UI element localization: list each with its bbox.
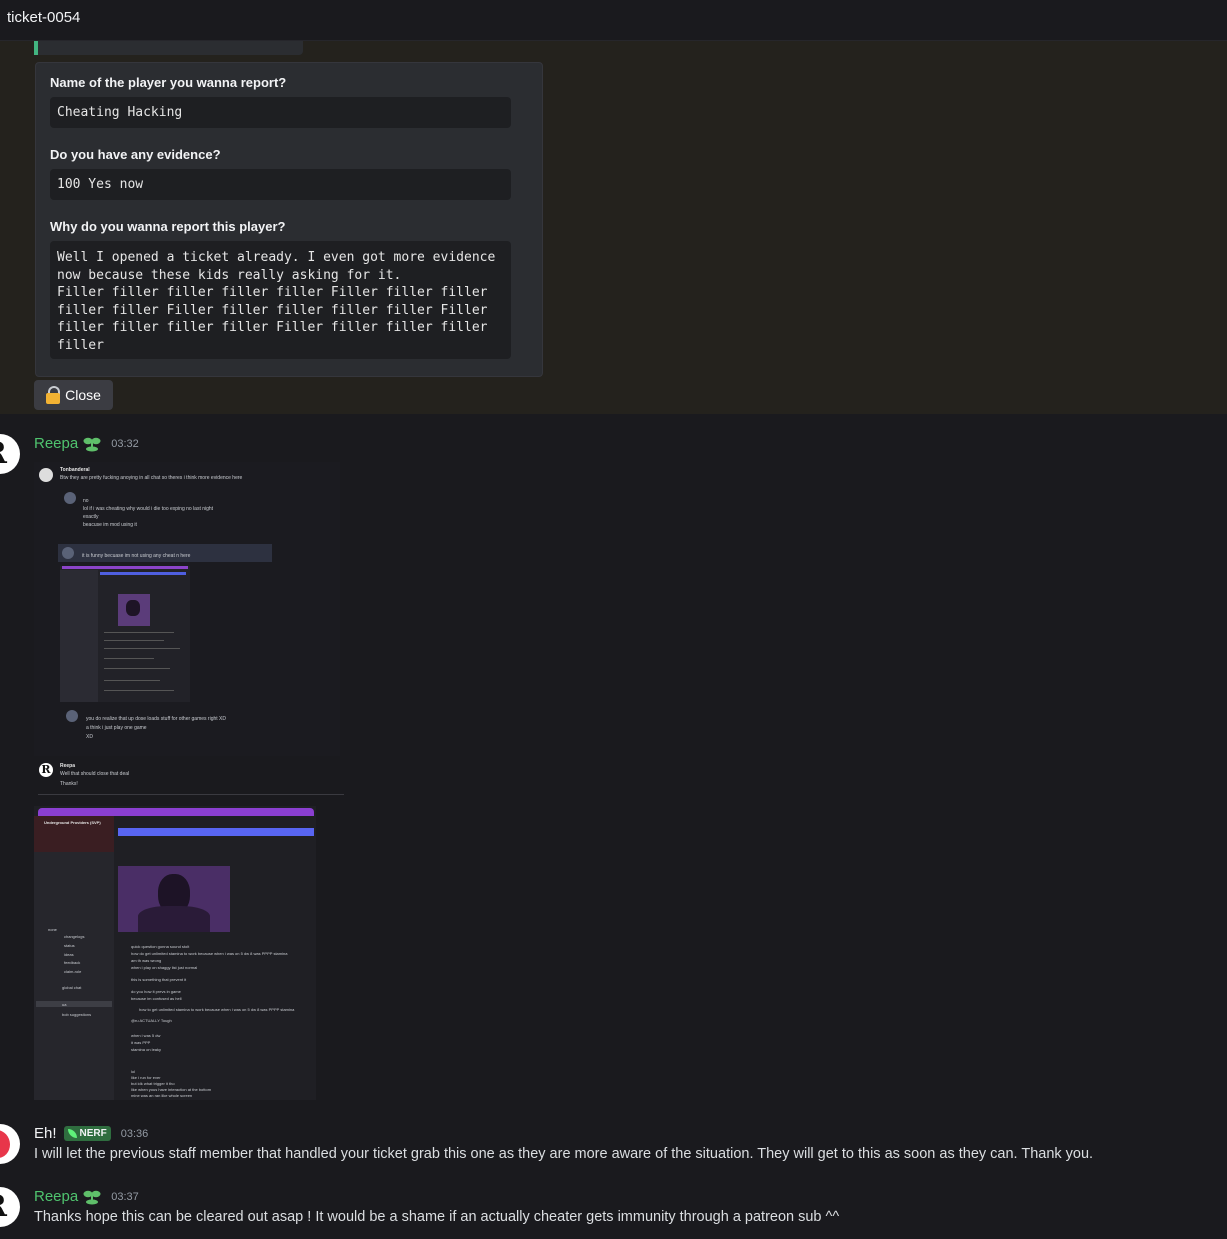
quote-text: Btw they are pretty fucking anoying in a… [60,475,243,481]
field-value-evidence: 100 Yes now [50,169,511,200]
reply-line: Thanks! [60,781,78,787]
avatar[interactable]: R [0,1187,20,1227]
sidebar-item: claim-role [64,969,82,974]
highlighted-message: it is funny becuase im not using any che… [58,544,272,562]
message-header: Reepa 03:32 [34,435,139,452]
role-badge[interactable]: NERF [63,1126,111,1141]
sidebar-item: ua [62,1002,67,1007]
chat-line: but idk what trigger it tho [131,1081,175,1086]
chat-line: like i run for ever [131,1075,161,1080]
chat-line: like when yous have interaction at the b… [131,1087,212,1092]
embedded-image [118,866,230,932]
field-value-reason: Well I opened a ticket already. I even g… [50,241,511,359]
chat-line: quick question gonna sound stolt [131,944,190,949]
sidebar-item: bob suggestions [62,1012,92,1017]
reply-author: Reepa [60,763,76,769]
sidebar-item: ideas [64,952,74,957]
message-header: Eh! NERF 03:36 [34,1125,148,1142]
sidebar-item: status [64,943,75,948]
timestamp: 03:32 [111,437,139,450]
timestamp: 03:37 [111,1190,139,1203]
chat-line: it was PPP [131,1040,151,1045]
screenshot-attachment[interactable]: Tonbanderal Btw they are pretty fucking … [34,462,340,756]
nested-line: lol if i was cheating why would i die to… [83,506,214,512]
chat-line: this is something that prevent it [131,977,187,982]
field-label-evidence: Do you have any evidence? [50,147,221,162]
sprout-icon [83,1190,101,1204]
field-label-player-name: Name of the player you wanna report? [50,75,287,90]
channel-header: ticket-0054 [0,0,1227,41]
nested-line: exactly [83,514,99,520]
field-value-player-name: Cheating Hacking [50,97,511,128]
ticket-form-embed: Name of the player you wanna report? Che… [35,62,543,377]
chat-line: when i play on shaggy list just normal [131,965,198,970]
message-text: Thanks hope this can be cleared out asap… [34,1209,840,1225]
timestamp: 03:36 [120,1127,149,1140]
avatar [64,492,76,504]
quote-author: Tonbanderal [60,467,90,473]
avatar [66,710,78,722]
sidebar-item: changelogs [64,934,85,939]
chat-line: am th was wrong [131,958,162,963]
reply-line: Well that should close that deal [60,771,130,777]
chat-line: mine was an ran like whole screen [131,1093,193,1098]
lock-icon [46,386,61,404]
avatar [39,468,53,482]
sidebar-item: feedback [64,960,81,965]
username[interactable]: Eh! [34,1125,57,1142]
nested-line: it is funny becuase im not using any che… [82,553,191,559]
server-name: Underground Providers (SVP) [44,820,101,825]
nested-line: you do realize that up dose loads stuff … [86,716,226,722]
server-screenshot-attachment[interactable]: Underground Providers (SVP) none changel… [34,806,316,1100]
sidebar-item: none [48,927,57,932]
chat-line: when i was 5 dw [131,1033,161,1038]
sprout-icon [83,437,101,451]
nested-line: a think i just play one game [86,725,147,731]
nested-line: no [83,498,89,504]
close-ticket-button[interactable]: Close [34,380,113,410]
message-text: I will let the previous staff member tha… [34,1146,1094,1162]
message-header: Reepa 03:37 [34,1188,139,1205]
avatar[interactable]: ! [0,1124,20,1164]
chat-line: do you how it prevs in game [131,989,181,994]
nested-screenshot [60,566,190,702]
previous-embed [34,41,303,55]
chat-line: @ru ACTUALLY Tough [131,1018,172,1023]
nested-line: XD [86,734,93,740]
server-sidebar: Underground Providers (SVP) none changel… [34,816,114,1100]
avatar[interactable]: R [0,434,20,474]
avatar: R [39,763,53,777]
field-label-reason: Why do you wanna report this player? [50,219,286,234]
chat-line: lol [131,1069,136,1074]
reply-attachment: R Reepa Well that should close that deal… [34,758,344,798]
chat-line: because im confused as hell [131,996,182,1001]
channel-title: ticket-0054 [7,9,81,26]
chat-line: how to get unlimited stamina to work bec… [139,1007,295,1012]
username[interactable]: Reepa [34,1188,78,1205]
chat-line: how do get unlimited stamina to work bec… [131,951,288,956]
username[interactable]: Reepa [34,435,78,452]
chat-line: stamina on leaky [131,1047,162,1052]
close-button-label: Close [65,387,101,403]
nested-line: beacuse im mod using it [83,522,137,528]
sidebar-item: global chat [62,985,82,990]
leaf-icon [67,1129,77,1138]
role-label: NERF [79,1128,107,1139]
